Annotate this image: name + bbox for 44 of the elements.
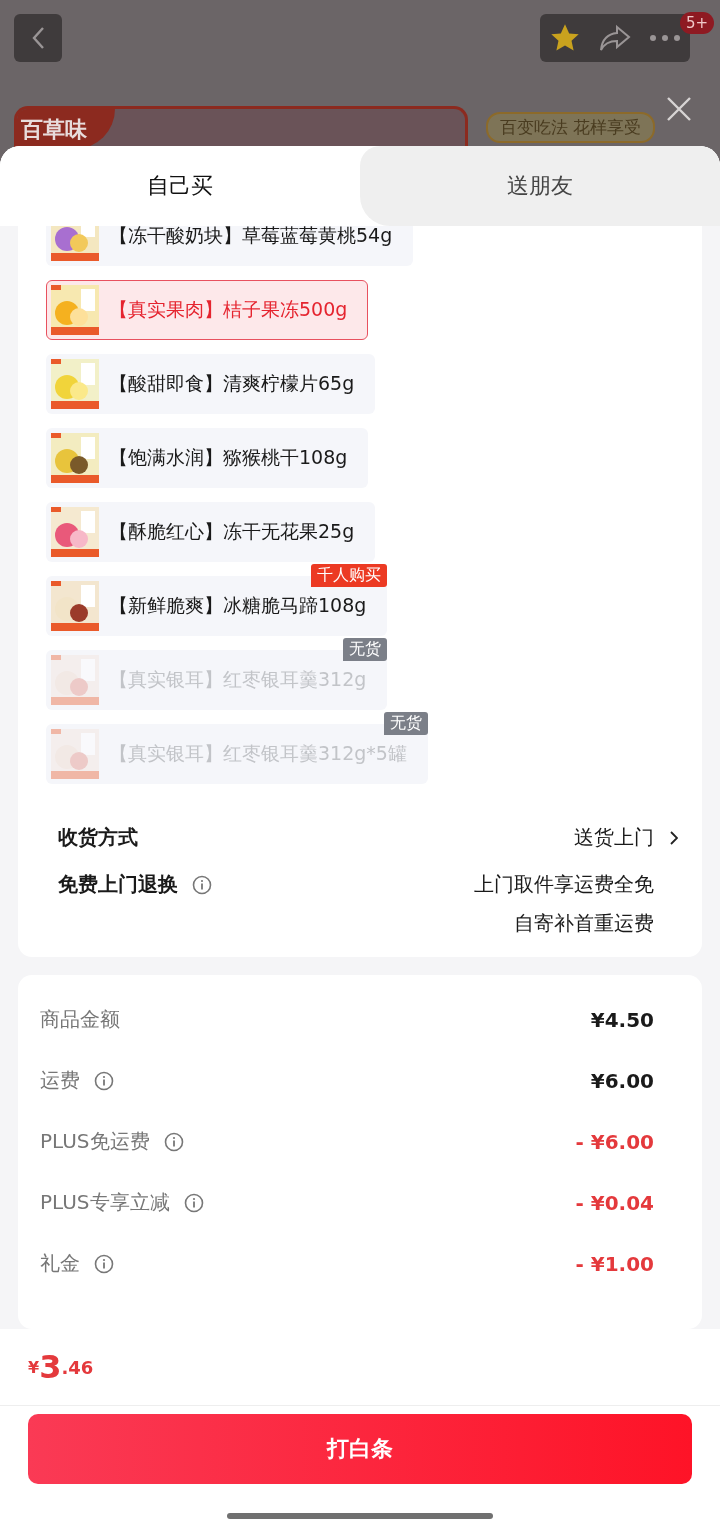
row-value: 上门取件享运费全免	[474, 871, 654, 898]
product-tag: 千人购买	[311, 564, 388, 587]
info-icon[interactable]	[192, 874, 212, 895]
price-label: PLUS免运费	[40, 1128, 150, 1155]
favorite-button[interactable]	[549, 23, 581, 53]
row-value: 自寄补首重运费	[514, 910, 654, 937]
back-icon	[31, 26, 45, 50]
store-logo: 百草味	[17, 109, 115, 149]
price-label: 运费	[40, 1067, 80, 1094]
product-tag: 无货	[343, 638, 388, 661]
slogan-banner: 百变吃法 花样享受	[486, 112, 656, 143]
price-value: ¥6.00	[590, 1068, 654, 1093]
price-value: ¥4.50	[590, 1007, 654, 1032]
product-option[interactable]: 【饱满水润】猕猴桃干108g	[46, 428, 369, 488]
price-value: - ¥1.00	[575, 1251, 654, 1276]
price-label: 礼金	[40, 1250, 80, 1277]
star-icon	[549, 23, 581, 53]
price-value: - ¥6.00	[575, 1129, 654, 1154]
product-option[interactable]: 【冻干酸奶块】草莓蓝莓黄桃54g	[46, 226, 414, 266]
product-option[interactable]: 【酥脆红心】冻干无花果25g	[46, 502, 376, 562]
row-value: 送货上门	[574, 824, 654, 851]
pay-button[interactable]: 打白条	[28, 1414, 692, 1484]
more-button[interactable]	[649, 34, 681, 42]
price-label: 商品金额	[40, 1006, 120, 1033]
product-option[interactable]: 【真实果肉】桔子果冻500g	[46, 280, 369, 340]
chevron-right-icon[interactable]	[670, 830, 678, 845]
close-button[interactable]	[666, 96, 692, 122]
info-icon[interactable]	[94, 1253, 114, 1274]
close-icon	[666, 96, 692, 122]
share-icon	[599, 24, 631, 52]
notification-badge: 5+	[679, 12, 714, 34]
more-icon	[649, 34, 681, 42]
row-label: 免费上门退换	[58, 871, 178, 898]
tab[interactable]: 送朋友	[360, 146, 720, 226]
info-icon[interactable]	[163, 1131, 184, 1152]
price-value: - ¥0.04	[575, 1190, 654, 1215]
product-option[interactable]: 【酸甜即食】清爽柠檬片65g	[46, 354, 376, 414]
back-button[interactable]	[14, 14, 62, 62]
share-button[interactable]	[599, 24, 631, 52]
row-label: 收货方式	[58, 824, 138, 851]
price-label: PLUS专享立减	[40, 1189, 170, 1216]
product-tag: 无货	[383, 712, 428, 735]
info-icon[interactable]	[94, 1070, 114, 1091]
info-icon[interactable]	[183, 1192, 204, 1213]
